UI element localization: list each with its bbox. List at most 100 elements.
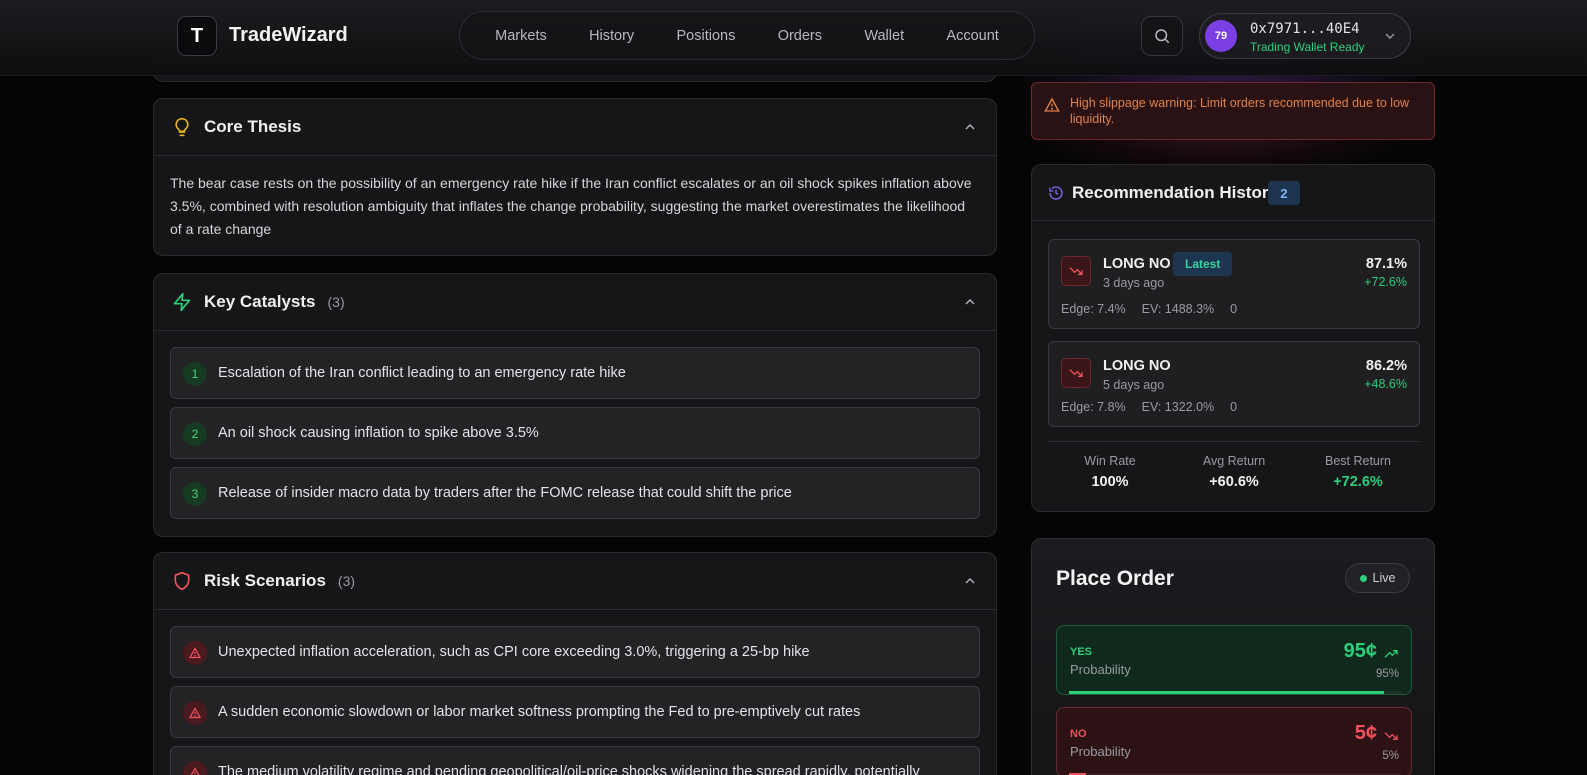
stat-value: 100% (1091, 474, 1129, 490)
outcome-side: YES (1070, 646, 1093, 658)
stat-win-rate: Win Rate 100% (1048, 442, 1172, 490)
lightbulb-icon (175, 117, 189, 137)
thesis-text: The bear case rests on the possibility o… (170, 175, 972, 237)
recommendation-time: 5 days ago (1103, 378, 1165, 392)
main-nav: Markets History Positions Orders Wallet … (459, 11, 1035, 60)
outcome-percent: 5% (1382, 750, 1399, 762)
edge-value: Edge: 7.4% (1061, 302, 1126, 316)
history-icon (1049, 186, 1063, 200)
stat-label: Win Rate (1084, 454, 1136, 468)
key-catalysts-header[interactable]: Key Catalysts (3) (154, 274, 996, 331)
nav-account[interactable]: Account (946, 28, 998, 44)
stat-value: +72.6% (1333, 474, 1383, 490)
lightning-icon (173, 292, 191, 312)
trending-down-icon (1384, 732, 1398, 740)
warning-icon (183, 641, 207, 665)
extra-value: 0 (1230, 400, 1238, 414)
outcome-label: Probability (1070, 744, 1131, 759)
list-item: 3 Release of insider macro data by trade… (170, 467, 980, 519)
no-outcome-button[interactable]: NO Probability 5¢ 5% (1056, 707, 1412, 775)
recommendation-item[interactable]: LONG NO 5 days ago 86.2% +48.6% Edge: 7.… (1048, 341, 1420, 427)
chevron-down-icon (1385, 33, 1395, 39)
list-item: A sudden economic slowdown or labor mark… (170, 686, 980, 738)
stat-label: Avg Return (1202, 454, 1266, 468)
top-header: T TradeWizard Markets History Positions … (0, 0, 1587, 76)
stat-avg-return: Avg Return +60.6% (1172, 442, 1296, 490)
list-item: 2 An oil shock causing inflation to spik… (170, 407, 980, 459)
wallet-address: 0x7971...40E4 (1250, 21, 1360, 37)
card-title: Key Catalysts (204, 292, 316, 311)
item-count: (3) (337, 573, 356, 589)
trending-down-icon (1061, 256, 1091, 286)
latest-badge: Latest (1173, 252, 1233, 276)
list-item: Unexpected inflation acceleration, such … (170, 626, 980, 678)
item-text: Unexpected inflation acceleration, such … (218, 644, 810, 660)
key-catalysts-card: Key Catalysts (3) 1 Escalation of the Ir… (153, 273, 997, 537)
item-number: 1 (183, 362, 207, 386)
search-icon (1155, 29, 1170, 44)
outcome-side: NO (1070, 728, 1087, 740)
ev-value: EV: 1488.3% (1141, 302, 1215, 316)
core-thesis-card: Core Thesis The bear case rests on the p… (153, 98, 997, 256)
chevron-up-icon[interactable] (962, 119, 978, 135)
count-badge: 2 (1268, 181, 1300, 205)
live-badge: Live (1345, 563, 1410, 593)
outcome-price: 5¢ (1354, 722, 1377, 744)
edge-value: Edge: 7.8% (1061, 400, 1126, 414)
recommendation-meta: Edge: 7.4% EV: 1488.3% 0 (1061, 302, 1237, 316)
outcome-percent: 95% (1375, 668, 1399, 680)
nav-history[interactable]: History (589, 28, 634, 44)
core-thesis-header[interactable]: Core Thesis (154, 99, 996, 156)
recommendation-item[interactable]: LONG NO Latest 3 days ago 87.1% +72.6% E… (1048, 239, 1420, 329)
item-text: Release of insider macro data by traders… (218, 485, 792, 501)
card-title: Recommendation History (1072, 183, 1278, 202)
risk-scenarios-card: Risk Scenarios (3) Unexpected inflation … (153, 552, 997, 775)
item-number: 3 (183, 482, 207, 506)
nav-wallet[interactable]: Wallet (864, 28, 904, 44)
item-text: A sudden economic slowdown or labor mark… (218, 704, 861, 720)
item-number: 2 (183, 422, 207, 446)
outcome-price: 95¢ (1343, 640, 1377, 662)
card-title: Place Order (1056, 567, 1174, 590)
stat-best-return: Best Return +72.6% (1296, 442, 1420, 490)
nav-markets[interactable]: Markets (495, 28, 547, 44)
recommendation-history-card: Recommendation History 2 LONG NO Latest … (1031, 164, 1435, 512)
recommendation-history-header: Recommendation History 2 (1032, 165, 1434, 221)
nav-positions[interactable]: Positions (677, 28, 736, 44)
recommendation-meta: Edge: 7.8% EV: 1322.0% 0 (1061, 400, 1237, 414)
chevron-up-icon[interactable] (962, 294, 978, 310)
list-item: 1 Escalation of the Iran conflict leadin… (170, 347, 980, 399)
extra-value: 0 (1230, 302, 1238, 316)
risk-scenarios-header[interactable]: Risk Scenarios (3) (154, 553, 996, 610)
ev-value: EV: 1322.0% (1141, 400, 1215, 414)
wallet-button[interactable]: 79 0x7971...40E4 Trading Wallet Ready (1199, 13, 1411, 59)
recommendation-position: LONG NO (1103, 358, 1171, 374)
search-button[interactable] (1141, 16, 1183, 56)
recommendation-stats: Win Rate 100% Avg Return +60.6% Best Ret… (1048, 441, 1420, 490)
avatar: 79 (1205, 20, 1237, 52)
list-item: The medium volatility regime and pending… (170, 746, 980, 775)
trending-down-icon (1061, 358, 1091, 388)
item-count: (3) (327, 294, 345, 310)
yes-outcome-button[interactable]: YES Probability 95¢ 95% (1056, 625, 1412, 695)
logo[interactable]: T (177, 16, 217, 56)
probability-bar (1069, 691, 1401, 694)
item-text: An oil shock causing inflation to spike … (218, 425, 539, 441)
alert-text: High slippage warning: Limit orders reco… (1070, 96, 1410, 126)
warning-icon (1044, 97, 1060, 112)
warning-icon (183, 761, 207, 775)
recommendation-probability: 87.1% (1365, 256, 1407, 272)
trending-up-icon (1384, 650, 1398, 658)
chevron-up-icon[interactable] (962, 573, 978, 589)
recommendation-probability: 86.2% (1365, 358, 1407, 374)
card-title: Core Thesis (204, 117, 302, 136)
card-title: Risk Scenarios (204, 571, 326, 590)
stat-label: Best Return (1324, 454, 1391, 468)
brand-name[interactable]: TradeWizard (229, 24, 348, 47)
shield-icon (174, 571, 190, 591)
nav-orders[interactable]: Orders (778, 28, 822, 44)
item-text: Escalation of the Iran conflict leading … (218, 365, 626, 381)
recommendation-time: 3 days ago (1103, 276, 1165, 290)
slippage-alert: High slippage warning: Limit orders reco… (1031, 82, 1435, 140)
outcome-label: Probability (1070, 662, 1131, 677)
